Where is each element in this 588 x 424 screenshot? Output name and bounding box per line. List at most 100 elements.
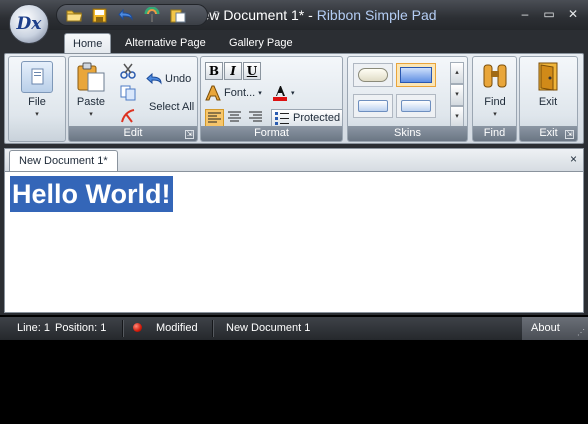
document-title: New Document 1*	[191, 7, 305, 23]
title-separator: -	[304, 7, 317, 23]
format-group-title: Format	[254, 127, 289, 139]
edit-group-title: Edit	[123, 127, 143, 139]
minimize-button[interactable]: –	[516, 6, 534, 22]
app-orb-logo: Dx	[16, 14, 42, 34]
skin-option-1[interactable]	[353, 63, 393, 87]
list-bullets-icon	[274, 110, 290, 126]
find-button[interactable]: Find ▾	[475, 61, 515, 118]
skin-preview-pill-icon	[358, 68, 388, 82]
font-dropdown-arrow-icon: ▾	[258, 90, 262, 97]
document-tab-strip: New Document 1* ×	[4, 148, 584, 172]
about-label: About	[531, 322, 560, 334]
group-exit: Exit Exit ⇲	[519, 56, 578, 142]
document-tab[interactable]: New Document 1*	[9, 150, 118, 172]
font-color-button[interactable]: ▾	[272, 85, 295, 101]
find-dropdown-arrow-icon: ▾	[493, 111, 497, 118]
undo-arrow-icon[interactable]	[117, 7, 134, 23]
copy-icon[interactable]	[120, 85, 136, 101]
group-file: File ▾	[8, 56, 66, 142]
selected-text[interactable]: Hello World!	[10, 176, 173, 212]
skins-expand-icon[interactable]: ▾	[450, 106, 464, 128]
select-all-label: Select All	[149, 101, 195, 113]
modified-dot-icon	[133, 323, 142, 332]
find-label: Find	[484, 96, 506, 108]
group-skins: ▴ ▾ ▾ Skins	[347, 56, 468, 142]
undo-icon	[146, 71, 162, 87]
skin-preview-blue-icon	[400, 67, 432, 83]
undo-label: Undo	[165, 73, 192, 85]
skins-scroll-down-icon[interactable]: ▾	[450, 84, 464, 106]
paste-clipboard-icon	[75, 61, 107, 93]
font-button[interactable]: Font... ▾	[205, 85, 262, 101]
file-button-label: File	[28, 96, 46, 108]
app-name: Ribbon Simple Pad	[316, 7, 437, 23]
resize-grip-icon[interactable]: ⋰	[577, 329, 585, 337]
status-modified: Modified	[156, 322, 198, 334]
maximize-button[interactable]: ▭	[540, 6, 558, 22]
paste-dropdown-arrow-icon: ▾	[89, 111, 93, 118]
group-edit: Paste ▾ Undo Select All Edit ⇲	[68, 56, 198, 142]
paste-doc-icon[interactable]	[169, 7, 186, 23]
ribbon-tab-row: Home Alternative Page Gallery Page	[0, 30, 588, 54]
group-label-find: Find	[473, 126, 516, 141]
tab-alternative-page[interactable]: Alternative Page	[117, 33, 214, 54]
paste-button[interactable]: Paste ▾	[73, 61, 109, 118]
undo-button[interactable]: Undo	[146, 71, 191, 87]
exit-dialog-launcher-icon[interactable]: ⇲	[565, 130, 574, 139]
file-button[interactable]: File ▾	[13, 61, 61, 118]
cut-scissors-icon[interactable]	[120, 63, 136, 79]
windows-skin-icon[interactable]	[143, 7, 160, 23]
paste-label: Paste	[76, 96, 106, 108]
file-document-icon	[21, 61, 53, 93]
align-right-icon[interactable]	[247, 109, 266, 127]
document-close-icon[interactable]: ×	[570, 152, 577, 166]
save-disk-icon[interactable]	[91, 7, 108, 23]
skins-scroll-up-icon[interactable]: ▴	[450, 62, 464, 84]
skin-preview-light-icon	[358, 100, 388, 112]
select-all-button[interactable]: Select All	[149, 101, 194, 113]
align-left-icon[interactable]	[205, 109, 224, 127]
modified-indicator	[133, 317, 142, 340]
quick-access-toolbar	[56, 4, 208, 26]
ribbon-panel: File ▾ Paste ▾ Undo Select All Edit ⇲ B …	[4, 53, 584, 144]
app-window: New Document 1* - Ribbon Simple Pad ▿ – …	[0, 0, 588, 340]
font-color-dropdown-arrow-icon: ▾	[291, 90, 295, 97]
customize-qat-chevron-icon[interactable]: ▿	[214, 8, 219, 19]
underline-button[interactable]: U	[243, 62, 261, 80]
find-group-title: Find	[483, 127, 506, 139]
text-editor[interactable]: Hello World!	[4, 171, 584, 313]
align-center-icon[interactable]	[226, 109, 245, 127]
exit-group-title: Exit	[539, 127, 558, 139]
bold-button[interactable]: B	[205, 62, 223, 80]
tab-gallery-page[interactable]: Gallery Page	[221, 33, 301, 54]
skin-preview-light-icon	[401, 100, 431, 112]
status-position: Position: 1	[55, 322, 107, 334]
font-color-icon	[272, 85, 288, 101]
status-bar: Line: 1 Position: 1 Modified New Documen…	[0, 317, 588, 340]
close-button[interactable]: ✕	[564, 6, 582, 22]
title-bar[interactable]: New Document 1* - Ribbon Simple Pad ▿ – …	[0, 0, 588, 30]
about-button[interactable]: About ⋰	[522, 317, 588, 340]
protected-button[interactable]: Protected	[271, 109, 344, 127]
application-button[interactable]: Dx	[9, 4, 49, 44]
status-line: Line: 1	[17, 322, 51, 334]
binoculars-icon	[479, 61, 511, 93]
open-folder-icon[interactable]	[65, 7, 82, 23]
status-document-name: New Document 1	[226, 322, 311, 334]
skin-option-3[interactable]	[353, 94, 393, 118]
exit-button[interactable]: Exit	[526, 61, 570, 108]
protected-label: Protected	[293, 112, 341, 124]
clear-icon[interactable]	[120, 108, 136, 124]
exit-label: Exit	[538, 96, 558, 108]
group-label-edit: Edit	[69, 126, 197, 141]
window-controls: – ▭ ✕	[516, 6, 582, 22]
italic-button[interactable]: I	[224, 62, 242, 80]
edit-dialog-launcher-icon[interactable]: ⇲	[185, 130, 194, 139]
group-format: B I U Font... ▾ ▾ Protected Format	[200, 56, 344, 142]
skin-option-2[interactable]	[396, 63, 436, 87]
status-separator	[212, 320, 213, 337]
group-label-skins: Skins	[348, 126, 467, 141]
file-dropdown-arrow-icon: ▾	[35, 111, 39, 118]
tab-home[interactable]: Home	[64, 33, 112, 54]
skin-option-4[interactable]	[396, 94, 436, 118]
